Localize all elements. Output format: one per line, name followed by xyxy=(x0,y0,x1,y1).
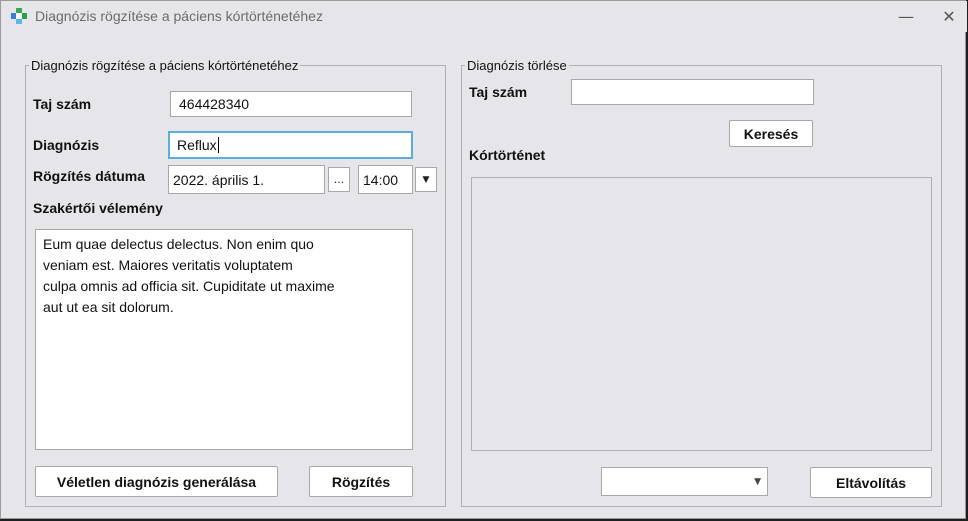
title-bar[interactable]: Diagnózis rögzítése a páciens kórtörténe… xyxy=(1,1,967,32)
window-title: Diagnózis rögzítése a páciens kórtörténe… xyxy=(35,8,323,24)
diagnosis-label: Diagnózis xyxy=(33,137,100,153)
delete-taj-label: Taj szám xyxy=(469,84,528,100)
time-input[interactable]: 14:00 xyxy=(358,165,413,194)
close-icon: ✕ xyxy=(942,7,956,26)
diagnosis-input[interactable]: Reflux xyxy=(168,131,413,159)
date-label: Rögzítés dátuma xyxy=(33,168,146,184)
chevron-down-icon: ▼ xyxy=(754,476,761,487)
diagnosis-selector[interactable]: ▼ xyxy=(601,467,768,496)
search-button[interactable]: Keresés xyxy=(729,120,813,147)
history-label: Kórtörténet xyxy=(469,147,546,163)
diagnosis-input-value: Reflux xyxy=(177,137,217,153)
opinion-textarea[interactable]: Eum quae delectus delectus. Non enim quo… xyxy=(35,229,413,450)
opinion-line: Eum quae delectus delectus. Non enim quo xyxy=(43,236,314,252)
minimize-icon: — xyxy=(898,7,914,26)
date-picker-button[interactable]: ... xyxy=(328,167,350,192)
medical-cross-icon xyxy=(11,8,27,24)
opinion-line: aut ut ea sit dolorum. xyxy=(43,299,174,315)
taj-input[interactable]: 464428340 xyxy=(170,91,412,117)
record-group-title: Diagnózis rögzítése a páciens kórtörténe… xyxy=(29,58,301,73)
text-caret xyxy=(217,137,219,153)
opinion-line: veniam est. Maiores veritatis voluptatem xyxy=(43,257,293,273)
date-input[interactable]: 2022. április 1. xyxy=(168,165,325,194)
close-button[interactable]: ✕ xyxy=(929,1,968,32)
history-list[interactable] xyxy=(471,177,932,451)
date-input-value: 2022. április 1. xyxy=(173,171,265,188)
time-dropdown-button[interactable]: ▼ xyxy=(415,167,437,192)
opinion-label: Szakértői vélemény xyxy=(33,200,163,216)
remove-button[interactable]: Eltávolítás xyxy=(810,467,932,498)
main-window: Diagnózis rögzítése a páciens kórtörténe… xyxy=(0,0,967,519)
delete-group-title: Diagnózis törlése xyxy=(465,58,569,73)
opinion-line: culpa omnis ad officia sit. Cupiditate u… xyxy=(43,278,335,294)
taj-input-value: 464428340 xyxy=(179,96,250,112)
minimize-button[interactable]: — xyxy=(886,1,926,32)
time-input-value: 14:00 xyxy=(363,171,399,188)
save-button[interactable]: Rögzítés xyxy=(309,466,413,497)
random-diagnosis-button[interactable]: Véletlen diagnózis generálása xyxy=(35,466,278,497)
taj-label: Taj szám xyxy=(33,96,92,112)
delete-taj-input[interactable] xyxy=(571,79,814,105)
chevron-down-icon: ▼ xyxy=(422,174,430,185)
ellipsis-icon: ... xyxy=(333,173,345,186)
